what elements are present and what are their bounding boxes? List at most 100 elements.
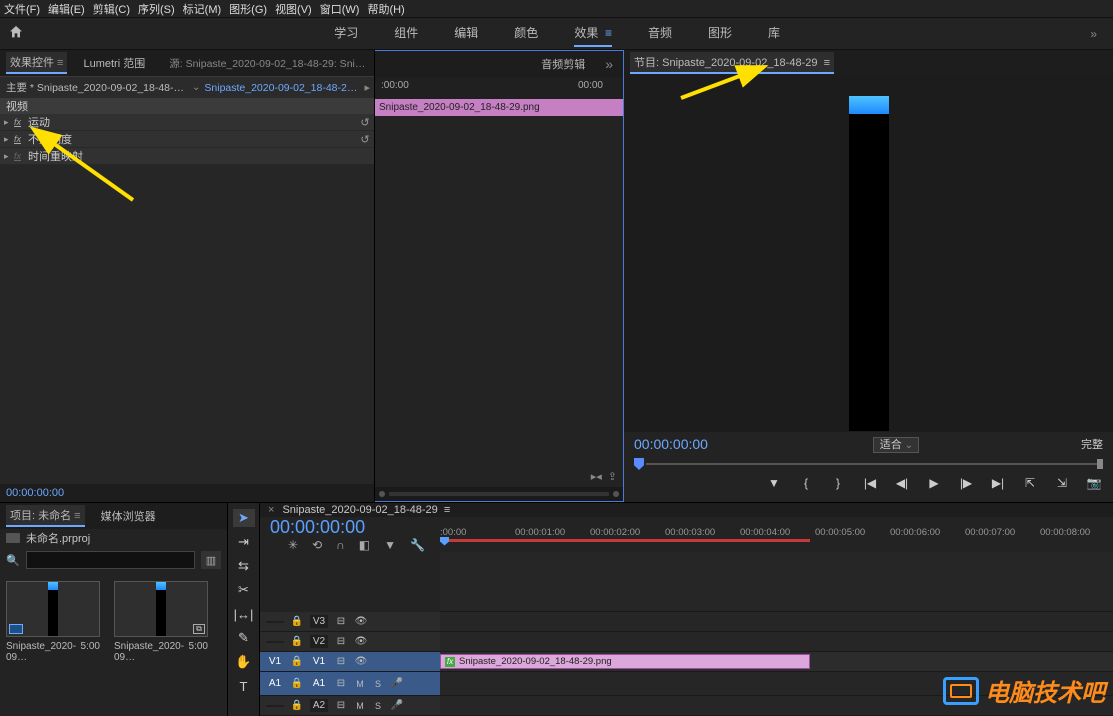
effect-row-opacity[interactable]: ▸ fx 不透明度 ↺ [0, 131, 374, 148]
selection-tool-icon[interactable]: ➤ [233, 509, 255, 527]
track-target[interactable] [266, 621, 284, 623]
track-header-v3[interactable]: 🔒 V3 ⊟ 👁 [260, 612, 440, 632]
track-name[interactable]: A2 [310, 699, 328, 712]
timeline-clip[interactable]: fx Snipaste_2020-09-02_18-48-29.png [440, 654, 810, 669]
track-lane-v3[interactable] [440, 612, 1113, 632]
source-patch-v1[interactable]: V1 [266, 655, 284, 668]
add-marker-icon[interactable]: ∩ [336, 538, 345, 552]
add-marker-icon[interactable]: ▼ [767, 476, 781, 490]
ec-timeline-ruler[interactable]: :00:00 00:00 [375, 77, 623, 99]
track-target[interactable] [266, 705, 284, 707]
program-timecode[interactable]: 00:00:00:00 [634, 436, 708, 452]
effect-row-motion[interactable]: ▸ fx 运动 ↺ [0, 114, 374, 131]
clip-thumbnail[interactable] [6, 581, 100, 637]
timeline-settings-icon[interactable]: ▼ [384, 538, 396, 552]
hand-tool-icon[interactable]: ✋ [233, 653, 255, 671]
tab-project[interactable]: 项目: 未命名 [6, 505, 85, 527]
workspace-editing[interactable]: 编辑 [454, 20, 478, 47]
menu-sequence[interactable]: 序列(S) [138, 1, 175, 17]
track-target[interactable] [266, 641, 284, 643]
step-back-icon[interactable]: ◀| [895, 476, 909, 490]
track-name[interactable]: V2 [310, 635, 328, 648]
go-to-in-icon[interactable]: |◀ [863, 476, 877, 490]
zoom-handle-right[interactable] [613, 491, 619, 497]
timeline-ruler[interactable]: :00:00 00:00:01:00 00:00:02:00 00:00:03:… [440, 525, 1113, 545]
type-tool-icon[interactable]: T [233, 677, 255, 695]
reset-icon[interactable]: ↺ [356, 133, 374, 146]
fx-badge-icon[interactable]: fx [14, 117, 28, 127]
menu-graphics[interactable]: 图形(G) [229, 1, 267, 17]
resolution-label[interactable]: 完整 [1081, 436, 1103, 452]
menu-file[interactable]: 文件(F) [4, 1, 40, 17]
disclosure-arrow-icon[interactable]: ▸ [4, 117, 14, 128]
playhead-icon[interactable] [440, 537, 449, 546]
menu-window[interactable]: 窗口(W) [320, 1, 360, 17]
disclosure-arrow-icon[interactable]: ▸ [4, 134, 14, 145]
workspace-color[interactable]: 颜色 [514, 20, 538, 47]
mute-button[interactable]: M [354, 679, 366, 689]
menu-marker[interactable]: 标记(M) [183, 1, 222, 17]
lock-icon[interactable]: 🔒 [290, 656, 304, 667]
source-patch-a1[interactable]: A1 [266, 677, 284, 690]
tab-program[interactable]: 节目: Snipaste_2020-09-02_18-48-29 ≡ [630, 52, 834, 74]
tab-source-meta[interactable]: 源: Snipaste_2020-09-02_18-48-29: Snipast… [161, 56, 368, 71]
track-lane-v1[interactable]: fx Snipaste_2020-09-02_18-48-29.png [440, 652, 1113, 672]
new-item-icon[interactable]: ▥ [201, 551, 221, 569]
mute-button[interactable]: M [354, 701, 366, 711]
timeline-timecode[interactable]: 00:00:00:00 [260, 517, 440, 538]
workspace-libraries[interactable]: 库 [768, 20, 780, 47]
tab-effect-controls[interactable]: 效果控件 [6, 52, 67, 74]
workspace-graphics[interactable]: 图形 [708, 20, 732, 47]
eye-icon[interactable]: 👁 [354, 656, 368, 667]
track-name[interactable]: V1 [310, 655, 328, 668]
export-frame-icon[interactable]: ⇪ [608, 470, 617, 483]
track-header-a2[interactable]: 🔒 A2 ⊟ M S 🎤 [260, 696, 440, 716]
close-sequence-icon[interactable]: × [268, 504, 274, 516]
linked-selection-icon[interactable]: ⟲ [312, 538, 322, 552]
track-name[interactable]: V3 [310, 615, 328, 628]
mark-in-icon[interactable]: { [799, 476, 813, 490]
tab-media-browser[interactable]: 媒体浏览器 [97, 506, 160, 526]
workspace-audio[interactable]: 音频 [648, 20, 672, 47]
playhead-knob-icon[interactable] [634, 458, 644, 470]
pen-tool-icon[interactable]: ✎ [233, 629, 255, 647]
sync-lock-icon[interactable]: ⊟ [334, 656, 348, 667]
sync-lock-icon[interactable]: ⊟ [334, 678, 348, 689]
solo-button[interactable]: S [372, 679, 384, 689]
playhead-only-icon[interactable]: ▸◂ [591, 470, 602, 483]
tab-sequence[interactable]: Snipaste_2020-09-02_18-48-29 ≡ [282, 504, 450, 516]
track-lane-v2[interactable] [440, 632, 1113, 652]
scrub-track[interactable] [646, 463, 1097, 465]
wrench-icon[interactable]: 🔧 [410, 538, 425, 552]
lock-icon[interactable]: 🔒 [290, 616, 304, 627]
reset-icon[interactable]: ↺ [356, 116, 374, 129]
workspace-learn[interactable]: 学习 [334, 20, 358, 47]
export-frame-icon[interactable]: 📷 [1087, 476, 1101, 490]
sync-lock-icon[interactable]: ⊟ [334, 636, 348, 647]
workspace-overflow-icon[interactable]: » [1090, 27, 1105, 41]
program-scrub-bar[interactable] [624, 456, 1113, 472]
panel-overflow-icon[interactable]: » [601, 56, 617, 72]
project-search-input[interactable] [26, 551, 195, 569]
snap-icon[interactable]: ✳ [288, 538, 298, 552]
track-select-tool-icon[interactable]: ⇥ [233, 533, 255, 551]
fx-badge-icon[interactable]: fx [14, 151, 28, 161]
chevron-down-icon[interactable]: ⌄ [905, 440, 913, 451]
solo-button[interactable]: S [372, 701, 384, 711]
effect-row-time-remap[interactable]: ▸ fx 时间重映射 [0, 148, 374, 165]
ec-timeline-body[interactable] [375, 116, 623, 487]
home-icon[interactable] [8, 24, 24, 43]
menu-view[interactable]: 视图(V) [275, 1, 312, 17]
lock-icon[interactable]: 🔒 [290, 636, 304, 647]
project-item[interactable]: Snipaste_2020-09… 5:00 [6, 581, 100, 708]
sync-lock-icon[interactable]: ⊟ [334, 700, 348, 711]
sync-lock-icon[interactable]: ⊟ [334, 616, 348, 627]
ec-timeline-clip[interactable]: Snipaste_2020-09-02_18-48-29.png [375, 99, 623, 116]
mark-out-icon[interactable]: } [831, 476, 845, 490]
extract-icon[interactable]: ⇲ [1055, 476, 1069, 490]
sequence-thumbnail[interactable]: ⧉ [114, 581, 208, 637]
slip-tool-icon[interactable]: |↔| [233, 605, 255, 623]
effect-controls-tc[interactable]: 00:00:00:00 [0, 484, 374, 502]
fx-badge-icon[interactable]: fx [14, 134, 28, 144]
workspace-assembly[interactable]: 组件 [394, 20, 418, 47]
